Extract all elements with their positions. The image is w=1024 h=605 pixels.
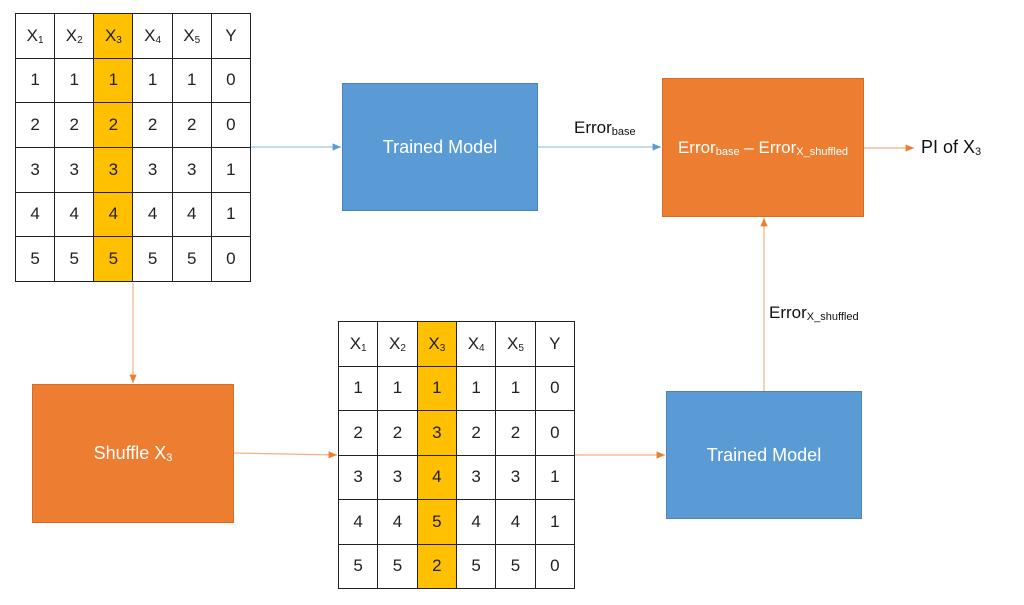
permutation-importance-output: PI of X3 (921, 137, 982, 158)
table-cell: 3 (377, 454, 418, 500)
table-cell: 2 (495, 410, 536, 456)
column-header: X1 (337, 321, 379, 367)
arrow-shuffle-to-table (233, 451, 338, 459)
column-header: X3 (93, 13, 134, 59)
table-cell: 4 (416, 454, 457, 500)
table-cell: 4 (14, 191, 56, 238)
error-shuffled-label: ErrorX_shuffled (769, 303, 859, 323)
shuffle-label: Shuffle X3 (93, 443, 173, 464)
table-cell: 4 (93, 191, 134, 238)
table-cell: 1 (132, 57, 173, 104)
table-cell: 1 (377, 365, 418, 411)
table-cell: 5 (337, 543, 379, 589)
table-row: 111110 (337, 365, 576, 411)
column-header: Y (534, 321, 576, 367)
table-cell: 2 (337, 410, 379, 456)
table-cell: 3 (14, 146, 56, 193)
table-cell: 3 (93, 146, 134, 193)
error-base-label: Errorbase (574, 118, 636, 138)
table-row: 333331 (14, 146, 252, 193)
table-cell: 3 (171, 146, 212, 193)
table-header-row: X1 X2 X3 X4 X5 Y (337, 321, 576, 367)
table-cell: 4 (337, 499, 379, 545)
table-row: 444441 (14, 191, 252, 238)
table-cell: 4 (171, 191, 212, 238)
trained-model-box-top: Trained Model (342, 83, 538, 211)
column-header: X4 (132, 13, 173, 59)
table-cell: 4 (377, 499, 418, 545)
table-cell: 1 (534, 454, 576, 500)
table-cell: 1 (210, 146, 252, 193)
original-data-table: X1 X2 X3 X4 X5 Y 1 1 1 1 1 0 2 2 2 2 2 0 3 3 3 3 3 1 4 4 4 4 4 1 5 5 5 5 5… (14, 13, 252, 282)
table-row: 555550 (14, 236, 252, 282)
table-cell: 4 (495, 499, 536, 545)
table-cell: 2 (171, 102, 212, 148)
table-cell: 0 (534, 365, 576, 411)
table-cell: 3 (132, 146, 173, 193)
table-cell: 1 (210, 191, 252, 238)
table-cell: 2 (416, 543, 457, 589)
table-row: 552550 (337, 543, 576, 589)
table-cell: 1 (14, 57, 56, 104)
trained-model-box-bottom: Trained Model (666, 391, 862, 519)
table-cell: 3 (54, 146, 95, 193)
table-cell: 5 (14, 236, 56, 282)
table-cell: 5 (132, 236, 173, 282)
column-header: X1 (14, 13, 56, 59)
table-cell: 0 (210, 102, 252, 148)
table-cell: 1 (171, 57, 212, 104)
table-cell: 1 (495, 365, 536, 411)
table-cell: 5 (54, 236, 95, 282)
table-cell: 2 (14, 102, 56, 148)
table-cell: 4 (455, 499, 497, 545)
table-row: 445441 (337, 499, 576, 545)
table-cell: 5 (455, 543, 497, 589)
trained-model-label: Trained Model (706, 444, 822, 465)
table-cell: 5 (377, 543, 418, 589)
table-cell: 0 (210, 236, 252, 282)
table-cell: 4 (132, 191, 173, 238)
column-header: X3 (416, 321, 457, 367)
shuffled-data-table: X1 X2 X3 X4 X5 Y 1 1 1 1 1 0 2 2 3 2 2 0 3 3 4 3 3 1 4 4 5 4 4 1 5 5 2 5 5… (337, 321, 576, 589)
table-cell: 5 (171, 236, 212, 282)
trained-model-label: Trained Model (382, 136, 498, 157)
table-row: 223220 (337, 410, 576, 456)
table-cell: 2 (93, 102, 134, 148)
table-cell: 3 (495, 454, 536, 500)
table-header-row: X1 X2 X3 X4 X5 Y (14, 13, 252, 59)
table-cell: 1 (534, 499, 576, 545)
table-cell: 2 (377, 410, 418, 456)
table-cell: 4 (54, 191, 95, 238)
table-cell: 5 (495, 543, 536, 589)
difference-formula: Errorbase – ErrorX_shuffled (677, 137, 849, 158)
table-cell: 1 (337, 365, 379, 411)
column-header: X2 (377, 321, 418, 367)
column-header: X4 (455, 321, 497, 367)
table-cell: 2 (132, 102, 173, 148)
table-cell: 1 (93, 57, 134, 104)
table-cell: 3 (455, 454, 497, 500)
table-row: 222220 (14, 102, 252, 148)
column-header: X5 (171, 13, 212, 59)
column-header: X5 (495, 321, 536, 367)
table-cell: 1 (455, 365, 497, 411)
table-row: 334331 (337, 454, 576, 500)
table-cell: 2 (455, 410, 497, 456)
table-cell: 5 (93, 236, 134, 282)
table-cell: 0 (534, 543, 576, 589)
column-header: Y (210, 13, 252, 59)
shuffle-box: Shuffle X3 (32, 384, 234, 523)
table-cell: 2 (54, 102, 95, 148)
table-cell: 3 (416, 410, 457, 456)
table-cell: 3 (337, 454, 379, 500)
table-row: 111110 (14, 57, 252, 104)
table-cell: 1 (54, 57, 95, 104)
table-cell: 0 (534, 410, 576, 456)
error-difference-box: Errorbase – ErrorX_shuffled (662, 78, 864, 217)
table-cell: 5 (416, 499, 457, 545)
column-header: X2 (54, 13, 95, 59)
table-cell: 0 (210, 57, 252, 104)
table-cell: 1 (416, 365, 457, 411)
